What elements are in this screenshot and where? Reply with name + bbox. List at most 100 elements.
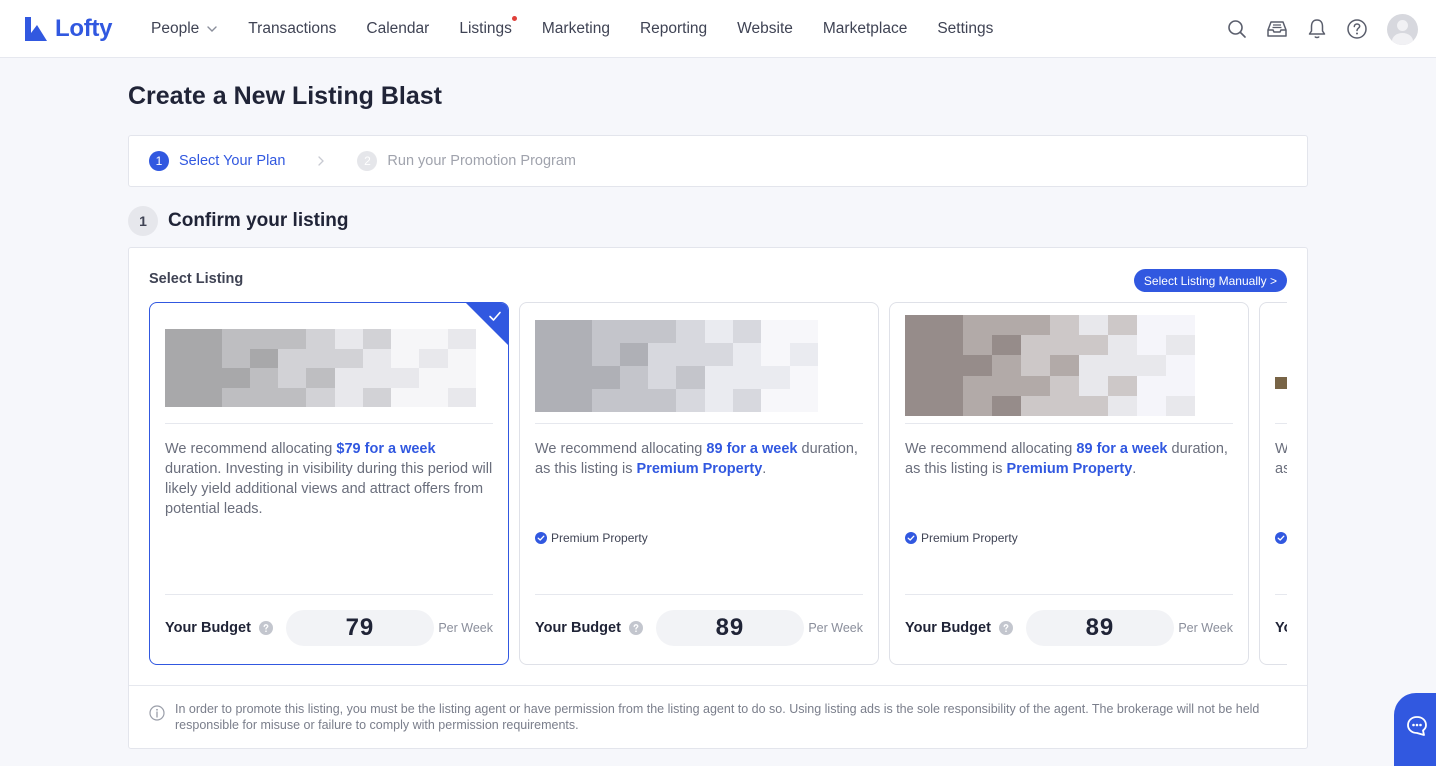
- divider: [165, 423, 493, 424]
- checkmark-icon: [489, 311, 501, 321]
- nav-item-label: Website: [737, 20, 793, 37]
- budget-row: Your Budget 89 Per Week: [905, 609, 1233, 647]
- nav-item-label: Calendar: [366, 20, 430, 37]
- listing-photo: [905, 315, 1195, 416]
- nav-item-settings[interactable]: Settings: [937, 20, 993, 38]
- nav-item-label: Marketplace: [822, 20, 908, 37]
- budget-row: Your Budget89Per Week: [535, 609, 863, 647]
- verified-check-icon: [905, 532, 917, 544]
- nav-item-label: Marketing: [541, 20, 610, 37]
- nav-item-calendar[interactable]: Calendar: [366, 20, 429, 38]
- recommendation-text: We recommend allocating 89 for a week du…: [535, 439, 865, 479]
- progress-stepper: 1 Select Your Plan 2 Run your Promotion Pro…: [128, 135, 1308, 187]
- nav-item-transactions[interactable]: Transactions: [248, 20, 336, 38]
- recommendation-text: We recommend allocating $79 for a week d…: [165, 439, 495, 519]
- rec-prefix: We recommend allocating: [165, 441, 337, 457]
- permission-notice: In order to promote this listing, you mu…: [149, 701, 1269, 733]
- step-label: Select Your Plan: [179, 153, 286, 169]
- listing-photo: [165, 329, 476, 407]
- divider: [535, 594, 863, 595]
- nav-item-marketing[interactable]: Marketing: [542, 20, 610, 38]
- listing-photo: [535, 320, 818, 412]
- divider: [1275, 594, 1287, 595]
- step-number: 1: [149, 151, 169, 171]
- rec-prefix: We recommend allocating: [905, 441, 1077, 457]
- budget-label: Your Budget: [535, 620, 621, 636]
- top-nav-bar: Lofty People Transactions Calendar Listings…: [0, 0, 1436, 58]
- premium-property-badge: Premium Property: [535, 531, 648, 545]
- rec-amount: 89 for a week: [1076, 441, 1168, 457]
- recommendation-text: We recommend allocating 89 for a week du…: [905, 439, 1235, 479]
- nav-item-label: Listings: [459, 20, 512, 37]
- verified-check-icon: [1275, 532, 1287, 544]
- nav-item-label: Settings: [937, 20, 994, 37]
- search-icon[interactable]: [1225, 17, 1249, 41]
- select-listing-label: Select Listing: [149, 271, 244, 287]
- badge-label: Premium Property: [921, 531, 1018, 545]
- listing-panel: Select Listing Select Listing Manually >…: [128, 247, 1308, 749]
- chat-icon: [1407, 716, 1427, 736]
- verified-check-icon: [535, 532, 547, 544]
- listing-photo: [1275, 377, 1287, 389]
- divider: [535, 423, 863, 424]
- budget-input[interactable]: 79: [285, 610, 434, 646]
- notification-dot: [511, 16, 517, 21]
- step-2[interactable]: 2 Run your Promotion Program: [357, 151, 576, 171]
- rec-highlight: Premium Property: [636, 461, 763, 477]
- section-number: 1: [128, 206, 158, 236]
- select-listing-manually-button[interactable]: Select Listing Manually >: [1133, 269, 1287, 292]
- chevron-down-icon: [207, 26, 217, 32]
- budget-label: Your Budget: [165, 620, 251, 636]
- help-icon[interactable]: [258, 621, 273, 635]
- listing-card[interactable]: We recommend allocating 89 for a week du…: [1259, 302, 1287, 665]
- per-week-label: Per Week: [438, 621, 493, 635]
- premium-property-badge: Premium Property: [905, 531, 1018, 545]
- badge-label: Premium Property: [551, 531, 648, 545]
- nav-item-label: Transactions: [248, 20, 337, 37]
- help-icon[interactable]: [998, 621, 1013, 635]
- budget-row: Your Budget 79 Per Week: [165, 609, 493, 647]
- info-icon: [149, 705, 165, 721]
- premium-property-badge: Premium Property: [1275, 531, 1287, 545]
- budget-input[interactable]: 89: [1025, 610, 1174, 646]
- divider: [905, 423, 1233, 424]
- budget-row: Your Budget89Per Week: [1275, 609, 1287, 647]
- per-week-label: Per Week: [1178, 621, 1233, 635]
- nav-item-label: Reporting: [639, 20, 708, 37]
- step-number: 2: [357, 151, 378, 171]
- page-title: Create a New Listing Blast: [128, 82, 442, 110]
- nav-item-website[interactable]: Website: [737, 20, 793, 38]
- nav-item-reporting[interactable]: Reporting: [640, 20, 707, 38]
- listing-card[interactable]: We recommend allocating 89 for a week du…: [519, 302, 879, 665]
- nav-item-listings[interactable]: Listings: [459, 16, 517, 38]
- help-icon[interactable]: [1345, 17, 1369, 41]
- budget-label: Your Budget: [905, 620, 991, 636]
- section-title: Confirm your listing: [168, 210, 349, 231]
- inbox-icon[interactable]: [1265, 17, 1289, 41]
- rec-highlight: Premium Property: [1006, 461, 1133, 477]
- lofty-logo[interactable]: Lofty: [23, 15, 112, 43]
- nav-item-label: People: [151, 20, 200, 37]
- rec-prefix: We recommend allocating: [535, 441, 707, 457]
- nav-item-marketplace[interactable]: Marketplace: [823, 20, 907, 38]
- nav-item-people[interactable]: People: [151, 20, 218, 38]
- rec-suffix: .: [762, 461, 767, 477]
- bell-icon[interactable]: [1305, 17, 1329, 41]
- help-icon[interactable]: [628, 621, 643, 635]
- chat-support-button[interactable]: [1394, 693, 1436, 766]
- notice-text: In order to promote this listing, you mu…: [175, 702, 1260, 732]
- listing-cards-carousel[interactable]: We recommend allocating $79 for a week d…: [149, 302, 1287, 667]
- header-tools: [1225, 12, 1418, 46]
- section-heading: 1 Confirm your listing: [128, 206, 349, 236]
- divider: [1275, 423, 1287, 424]
- listing-card[interactable]: We recommend allocating $79 for a week d…: [149, 302, 509, 665]
- main-nav: People Transactions Calendar Listings Market…: [151, 0, 1023, 58]
- listing-card[interactable]: We recommend allocating 89 for a week du…: [889, 302, 1249, 665]
- rec-prefix: We recommend allocating: [1275, 441, 1287, 457]
- rec-amount: $79 for a week: [336, 441, 436, 457]
- step-1[interactable]: 1 Select Your Plan: [149, 151, 285, 171]
- rec-middle: duration. Investing in visibility during…: [165, 461, 493, 517]
- user-avatar[interactable]: [1387, 13, 1418, 45]
- rec-amount: 89 for a week: [706, 441, 798, 457]
- budget-input[interactable]: 89: [655, 610, 804, 646]
